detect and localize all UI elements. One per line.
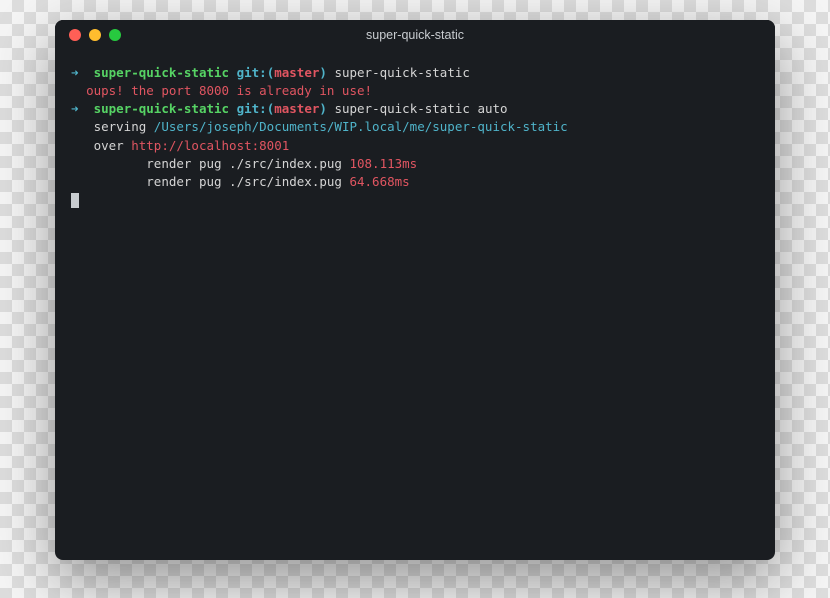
error-text: oups! the port 8000 is already in use! xyxy=(86,83,372,98)
terminal-body[interactable]: ➜ super-quick-static git:(master) super-… xyxy=(55,50,775,560)
git-label: git:( xyxy=(237,101,275,116)
prompt-arrow: ➜ xyxy=(71,101,79,116)
serving-path: /Users/joseph/Documents/WIP.local/me/sup… xyxy=(154,119,568,134)
prompt-dir: super-quick-static xyxy=(94,65,229,80)
over-label: over xyxy=(94,138,124,153)
command-1: super-quick-static xyxy=(334,65,469,80)
maximize-icon[interactable] xyxy=(109,29,121,41)
render-ms-1: 108.113ms xyxy=(349,156,417,171)
cursor-line xyxy=(71,191,759,210)
git-branch: master xyxy=(274,65,319,80)
minimize-icon[interactable] xyxy=(89,29,101,41)
cursor-icon xyxy=(71,193,79,208)
prompt-line-2: ➜ super-quick-static git:(master) super-… xyxy=(71,100,759,118)
serving-label: serving xyxy=(94,119,147,134)
over-line: over http://localhost:8001 xyxy=(71,137,759,155)
traffic-lights xyxy=(55,29,121,41)
git-close: ) xyxy=(319,65,327,80)
prompt-dir: super-quick-static xyxy=(94,101,229,116)
render-line-2: render pug ./src/index.pug 64.668ms xyxy=(71,173,759,191)
render-text-1: render pug ./src/index.pug xyxy=(146,156,342,171)
render-line-1: render pug ./src/index.pug 108.113ms xyxy=(71,155,759,173)
titlebar: super-quick-static xyxy=(55,20,775,50)
render-text-2: render pug ./src/index.pug xyxy=(146,174,342,189)
git-label: git:( xyxy=(237,65,275,80)
git-close: ) xyxy=(319,101,327,116)
prompt-line-1: ➜ super-quick-static git:(master) super-… xyxy=(71,64,759,82)
prompt-arrow: ➜ xyxy=(71,65,79,80)
over-url: http://localhost:8001 xyxy=(131,138,289,153)
command-2: super-quick-static auto xyxy=(334,101,507,116)
window-title: super-quick-static xyxy=(55,28,775,42)
render-ms-2: 64.668ms xyxy=(349,174,409,189)
terminal-window: super-quick-static ➜ super-quick-static … xyxy=(55,20,775,560)
close-icon[interactable] xyxy=(69,29,81,41)
git-branch: master xyxy=(274,101,319,116)
serving-line: serving /Users/joseph/Documents/WIP.loca… xyxy=(71,118,759,136)
error-line: oups! the port 8000 is already in use! xyxy=(71,82,759,100)
